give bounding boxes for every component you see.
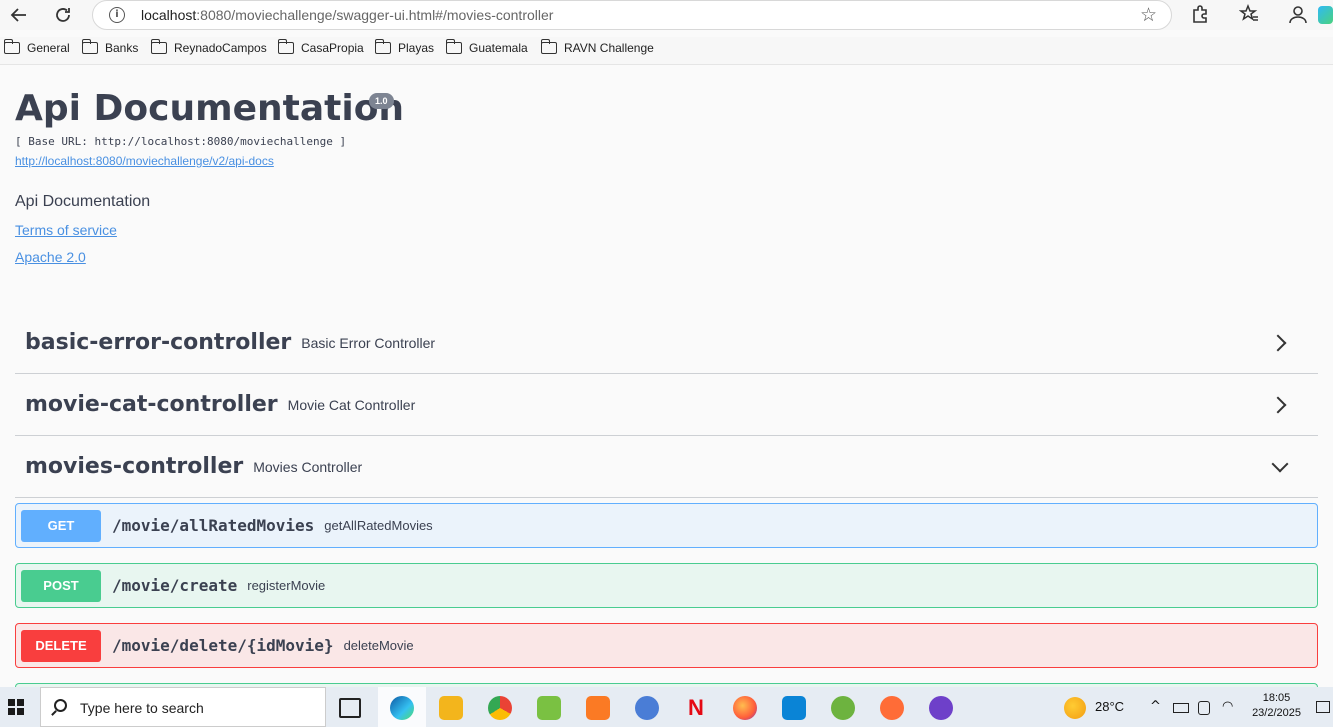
tag-name: movie-cat-controller (25, 392, 278, 417)
operation-summary: getAllRatedMovies (324, 518, 433, 533)
battery-icon[interactable] (1173, 703, 1189, 713)
notification-icon[interactable] (1316, 701, 1330, 713)
folder-icon (150, 39, 167, 54)
extensions-icon[interactable] (1190, 4, 1210, 29)
operation-delete-movie[interactable]: DELETE /movie/delete/{idMovie} deleteMov… (15, 623, 1318, 668)
taskbar: Type here to search N 28°C ^ ◠ 18:05 23/… (0, 687, 1333, 727)
operation-get-all-rated-movies[interactable]: GET /movie/allRatedMovies getAllRatedMov… (15, 503, 1318, 548)
copilot-icon[interactable] (1318, 6, 1333, 24)
page-title: Api Documentation (15, 88, 405, 129)
weather-icon[interactable] (1064, 697, 1086, 719)
version-badge: 1.0 (369, 93, 394, 109)
tag-name: movies-controller (25, 454, 244, 479)
tag-description: Movies Controller (253, 458, 363, 475)
operation-path: /movie/allRatedMovies (112, 516, 315, 535)
favorites-icon[interactable] (1238, 3, 1259, 29)
operation-path: /movie/create (112, 576, 238, 595)
search-placeholder: Type here to search (80, 700, 204, 716)
bookmark-guatemala[interactable]: Guatemala (445, 39, 528, 55)
back-arrow-icon[interactable] (7, 3, 31, 27)
clock-date: 23/2/2025 (1252, 707, 1301, 719)
api-description: Api Documentation (15, 193, 151, 210)
bookmark-ravn-challenge[interactable]: RAVN Challenge (540, 39, 654, 55)
chevron-up-icon[interactable]: ^ (1150, 699, 1161, 714)
github-desktop-icon[interactable] (929, 696, 953, 720)
store-icon[interactable] (782, 696, 806, 720)
taskbar-search[interactable]: Type here to search (40, 687, 326, 727)
chevron-right-icon[interactable] (1269, 334, 1287, 352)
chrome-icon[interactable] (488, 696, 512, 720)
tag-description: Movie Cat Controller (287, 396, 416, 413)
task-view-icon[interactable] (339, 698, 361, 718)
bookmark-general[interactable]: General (3, 39, 70, 55)
base-url: [ Base URL: http://localhost:8080/moviec… (15, 135, 347, 148)
firefox-icon[interactable] (733, 696, 757, 720)
folder-icon (445, 39, 462, 54)
device-icon[interactable] (1198, 701, 1210, 715)
tag-basic-error-controller[interactable]: basic-error-controller Basic Error Contr… (15, 312, 1318, 374)
windows-start-icon[interactable] (8, 699, 24, 715)
tag-description: Basic Error Controller (301, 334, 436, 351)
operation-path: /movie/delete/{idMovie} (112, 636, 334, 655)
chrome-app-icon[interactable] (635, 696, 659, 720)
tag-movie-cat-controller[interactable]: movie-cat-controller Movie Cat Controlle… (15, 374, 1318, 436)
folder-icon (277, 39, 294, 54)
folder-icon (540, 39, 557, 54)
search-icon (54, 699, 67, 712)
bookmarks-bar: General Banks ReynadoCampos CasaPropia P… (0, 37, 1333, 65)
bookmark-reynadocampos[interactable]: ReynadoCampos (150, 39, 267, 55)
file-explorer-icon[interactable] (439, 696, 463, 720)
chevron-down-icon[interactable] (1271, 455, 1289, 473)
folder-icon (81, 39, 98, 54)
folder-icon (3, 39, 20, 54)
bookmark-banks[interactable]: Banks (81, 39, 138, 55)
wifi-icon[interactable]: ◠ (1222, 699, 1233, 714)
terms-of-service-link[interactable]: Terms of service (15, 222, 117, 238)
netflix-icon[interactable]: N (684, 696, 708, 720)
bookmark-casapropia[interactable]: CasaPropia (277, 39, 364, 55)
reload-icon[interactable] (51, 3, 75, 27)
system-clock[interactable]: 18:05 23/2/2025 (1252, 691, 1301, 721)
browser-toolbar: i localhost:8080/moviechallenge/swagger-… (0, 0, 1333, 30)
xampp-icon[interactable] (586, 696, 610, 720)
postman-icon[interactable] (880, 696, 904, 720)
api-docs-link[interactable]: http://localhost:8080/moviechallenge/v2/… (15, 154, 274, 168)
tag-name: basic-error-controller (25, 330, 292, 355)
operation-post-create-movie[interactable]: POST /movie/create registerMovie (15, 563, 1318, 608)
site-info-icon[interactable]: i (109, 7, 125, 23)
notepad-icon[interactable] (537, 696, 561, 720)
method-badge: POST (21, 569, 101, 602)
address-bar[interactable]: i localhost:8080/moviechallenge/swagger-… (92, 0, 1172, 30)
chevron-right-icon[interactable] (1269, 396, 1287, 414)
profile-icon[interactable] (1288, 4, 1308, 29)
operation-summary: registerMovie (247, 578, 326, 593)
clock-time: 18:05 (1262, 692, 1291, 704)
tag-movies-controller[interactable]: movies-controller Movies Controller (15, 436, 1318, 498)
method-badge: DELETE (21, 629, 101, 662)
folder-icon (374, 39, 391, 54)
method-badge: GET (21, 509, 101, 542)
weather-temp[interactable]: 28°C (1095, 699, 1124, 714)
bookmark-playas[interactable]: Playas (374, 39, 434, 55)
spring-tool-icon[interactable] (831, 696, 855, 720)
url-text[interactable]: localhost:8080/moviechallenge/swagger-ui… (141, 7, 553, 23)
license-link[interactable]: Apache 2.0 (15, 249, 86, 265)
operation-summary: deleteMovie (343, 638, 414, 653)
edge-icon[interactable] (390, 696, 414, 720)
bookmark-star-icon[interactable]: ☆ (1140, 4, 1157, 27)
